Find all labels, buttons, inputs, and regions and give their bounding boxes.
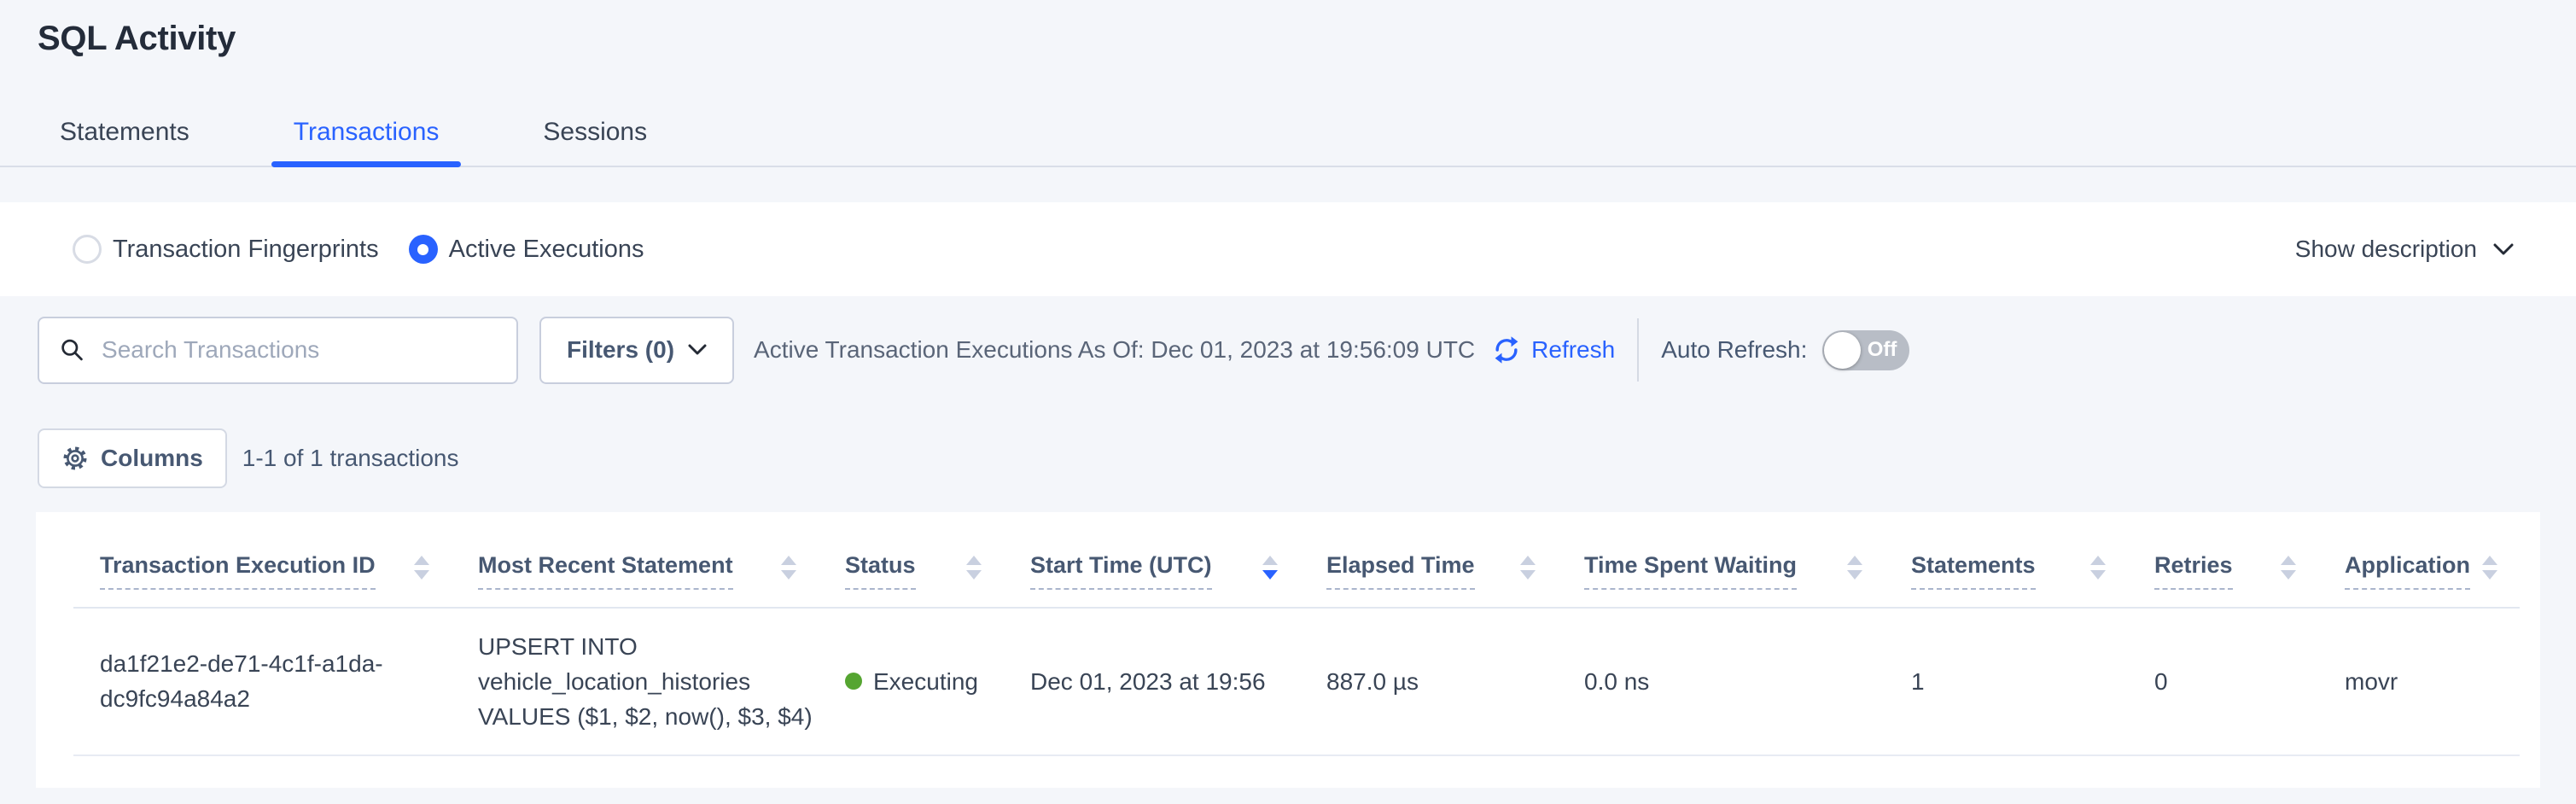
tab-bar: Statements Transactions Sessions (0, 118, 2576, 167)
show-description-label: Show description (2295, 236, 2477, 263)
cell-start-time: Dec 01, 2023 at 19:56 (1004, 608, 1300, 755)
gear-icon (61, 445, 89, 472)
page-title: SQL Activity (38, 19, 2576, 58)
column-header-retries: Retries (2128, 512, 2318, 608)
sort-icon[interactable] (781, 556, 796, 580)
results-bar: Columns 1-1 of 1 transactions (0, 428, 2576, 488)
tab-statements[interactable]: Statements (38, 118, 212, 166)
status-executing-dot (845, 673, 862, 690)
radio-unselected-icon[interactable] (73, 235, 102, 264)
cell-statements: 1 (1885, 608, 2128, 755)
column-header-label[interactable]: Elapsed Time (1326, 551, 1475, 590)
radio-transaction-fingerprints[interactable]: Transaction Fingerprints (73, 235, 379, 264)
columns-button[interactable]: Columns (38, 428, 227, 488)
radio-active-executions[interactable]: Active Executions (409, 235, 644, 264)
tab-sessions[interactable]: Sessions (521, 118, 669, 166)
column-header-status: Status (819, 512, 1004, 608)
table-row: da1f21e2-de71-4c1f-a1da- dc9fc94a84a2 UP… (73, 608, 2520, 755)
column-header-label[interactable]: Start Time (UTC) (1030, 551, 1212, 590)
sort-icon-active[interactable] (1262, 556, 1278, 580)
radio-label: Transaction Fingerprints (113, 236, 379, 264)
sort-icon[interactable] (966, 556, 982, 580)
cell-status: Executing (819, 608, 1004, 755)
results-count: 1-1 of 1 transactions (242, 445, 459, 472)
sort-icon[interactable] (1847, 556, 1862, 580)
refresh-label: Refresh (1531, 336, 1615, 364)
column-header-most-recent-statement: Most Recent Statement (452, 512, 819, 608)
toolbar-divider (1637, 318, 1639, 382)
cell-time-spent-waiting: 0.0 ns (1558, 608, 1885, 755)
refresh-button[interactable]: Refresh (1492, 335, 1615, 364)
refresh-icon (1492, 335, 1521, 364)
as-of-timestamp: Active Transaction Executions As Of: Dec… (754, 336, 1475, 364)
column-header-label[interactable]: Time Spent Waiting (1584, 551, 1797, 590)
chevron-down-icon (688, 344, 707, 356)
column-header-label[interactable]: Status (845, 551, 916, 590)
column-header-label[interactable]: Statements (1911, 551, 2036, 590)
toggle-state-label: Off (1868, 338, 1897, 362)
radio-selected-icon[interactable] (409, 235, 438, 264)
search-icon (60, 336, 85, 364)
search-input[interactable] (100, 335, 496, 364)
radio-label: Active Executions (449, 236, 644, 264)
column-header-application: Application (2318, 512, 2520, 608)
tab-transactions[interactable]: Transactions (271, 118, 462, 166)
cell-transaction-execution-id[interactable]: da1f21e2-de71-4c1f-a1da- dc9fc94a84a2 (73, 608, 452, 755)
filters-button[interactable]: Filters (0) (539, 317, 734, 384)
column-header-transaction-execution-id: Transaction Execution ID (73, 512, 452, 608)
columns-label: Columns (101, 445, 203, 472)
search-box[interactable] (38, 317, 518, 384)
show-description-button[interactable]: Show description (2295, 236, 2515, 263)
toolbar: Filters (0) Active Transaction Execution… (0, 316, 2576, 384)
sort-icon[interactable] (2281, 556, 2296, 580)
column-header-label[interactable]: Application (2345, 551, 2470, 590)
column-header-elapsed-time: Elapsed Time (1300, 512, 1558, 608)
auto-refresh-toggle[interactable]: Off (1822, 330, 1909, 370)
column-header-label[interactable]: Retries (2154, 551, 2233, 590)
column-header-start-time: Start Time (UTC) (1004, 512, 1300, 608)
cell-application: movr (2318, 608, 2520, 755)
chevron-down-icon (2492, 242, 2515, 256)
column-header-statements: Statements (1885, 512, 2128, 608)
cell-elapsed-time: 887.0 µs (1300, 608, 1558, 755)
sort-icon[interactable] (1520, 556, 1536, 580)
cell-retries: 0 (2128, 608, 2318, 755)
sort-icon[interactable] (2482, 556, 2497, 580)
column-header-time-spent-waiting: Time Spent Waiting (1558, 512, 1885, 608)
sort-icon[interactable] (414, 556, 429, 580)
transactions-table: Transaction Execution ID Most Recent Sta… (73, 512, 2520, 756)
column-header-label[interactable]: Transaction Execution ID (100, 551, 376, 590)
status-label: Executing (873, 664, 978, 699)
view-mode-band: Transaction Fingerprints Active Executio… (0, 202, 2576, 296)
table-header-row: Transaction Execution ID Most Recent Sta… (73, 512, 2520, 608)
sort-icon[interactable] (2090, 556, 2106, 580)
cell-most-recent-statement[interactable]: UPSERT INTO vehicle_location_histories V… (452, 608, 819, 755)
transactions-table-panel: Transaction Execution ID Most Recent Sta… (36, 512, 2540, 788)
toggle-knob[interactable] (1824, 332, 1861, 369)
column-header-label[interactable]: Most Recent Statement (478, 551, 733, 590)
auto-refresh-label: Auto Refresh: (1661, 336, 1807, 364)
filters-label: Filters (0) (567, 336, 674, 364)
